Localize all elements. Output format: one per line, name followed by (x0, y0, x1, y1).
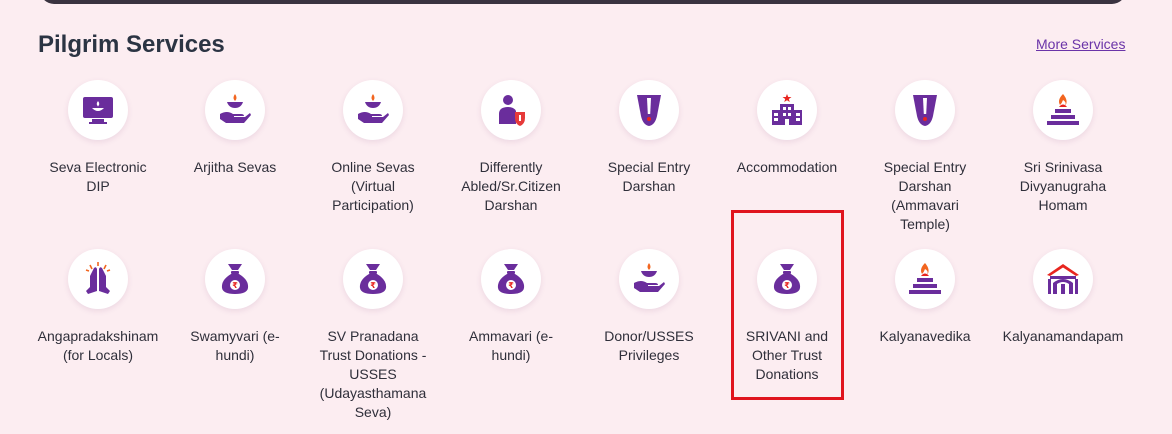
building-icon (757, 80, 817, 140)
service-label: Differently Abled/Sr.Citizen Darshan (461, 159, 561, 213)
service-donor-usses-privileges[interactable]: Donor/USSES Privileges (580, 249, 718, 365)
svg-text:₹: ₹ (370, 281, 376, 290)
service-label: Special Entry Darshan (607, 159, 691, 194)
homam-icon (895, 249, 955, 309)
service-kalyanavedika[interactable]: Kalyanavedika (856, 249, 994, 346)
praying-hands-icon (68, 249, 128, 309)
service-sv-pranadana-trust[interactable]: ₹ SV Pranadana Trust Donations - USSES (… (304, 249, 442, 422)
service-label: Angapradakshinam (for Locals) (37, 328, 159, 363)
service-label: Online Sevas (Virtual Participation) (331, 159, 415, 213)
svg-text:₹: ₹ (232, 281, 238, 290)
homam-icon (1033, 80, 1093, 140)
more-services-link[interactable]: More Services (1036, 36, 1125, 52)
service-arjitha-sevas[interactable]: Arjitha Sevas (166, 80, 304, 177)
highlight-annotation-box (731, 210, 844, 400)
service-label: Seva Electronic DIP (49, 159, 147, 194)
service-label: Kalyanamandapam (1002, 328, 1124, 344)
service-differently-abled-darshan[interactable]: Differently Abled/Sr.Citizen Darshan (442, 80, 580, 215)
monitor-lamp-icon (68, 80, 128, 140)
service-kalyanamandapam[interactable]: Kalyanamandapam (994, 249, 1132, 346)
service-accommodation[interactable]: Accommodation (718, 80, 856, 177)
section-title: Pilgrim Services (38, 31, 225, 58)
service-swamyvari-e-hundi[interactable]: ₹ Swamyvari (e- hundi) (166, 249, 304, 365)
service-seva-electronic-dip[interactable]: Seva Electronic DIP (29, 80, 167, 196)
money-bag-icon: ₹ (481, 249, 541, 309)
money-bag-icon: ₹ (205, 249, 265, 309)
hand-lamp-icon (343, 80, 403, 140)
service-label: Special Entry Darshan (Ammavari Temple) (883, 159, 967, 232)
svg-text:₹: ₹ (508, 281, 514, 290)
search-bar-bottom-edge (40, 0, 1126, 4)
service-ammavari-e-hundi[interactable]: ₹ Ammavari (e- hundi) (442, 249, 580, 365)
namam-icon (619, 80, 679, 140)
service-special-entry-darshan-ammavari[interactable]: Special Entry Darshan (Ammavari Temple) (856, 80, 994, 234)
service-special-entry-darshan[interactable]: Special Entry Darshan (580, 80, 718, 196)
service-label: Arjitha Sevas (193, 159, 277, 175)
hand-lamp-icon (619, 249, 679, 309)
namam-icon (895, 80, 955, 140)
service-label: Sri Srinivasa Divyanugraha Homam (1019, 159, 1107, 213)
service-angapradakshinam[interactable]: Angapradakshinam (for Locals) (29, 249, 167, 365)
service-label: SV Pranadana Trust Donations - USSES (Ud… (319, 328, 427, 420)
hand-lamp-icon (205, 80, 265, 140)
service-label: Swamyvari (e- hundi) (190, 328, 280, 363)
service-label: Donor/USSES Privileges (604, 328, 694, 363)
person-shield-icon (481, 80, 541, 140)
service-label: Accommodation (736, 159, 838, 175)
service-label: Ammavari (e- hundi) (468, 328, 553, 363)
hall-icon (1033, 249, 1093, 309)
money-bag-icon: ₹ (343, 249, 403, 309)
service-online-sevas[interactable]: Online Sevas (Virtual Participation) (304, 80, 442, 215)
service-label: Kalyanavedika (879, 328, 971, 344)
service-srinivasa-homam[interactable]: Sri Srinivasa Divyanugraha Homam (994, 80, 1132, 215)
